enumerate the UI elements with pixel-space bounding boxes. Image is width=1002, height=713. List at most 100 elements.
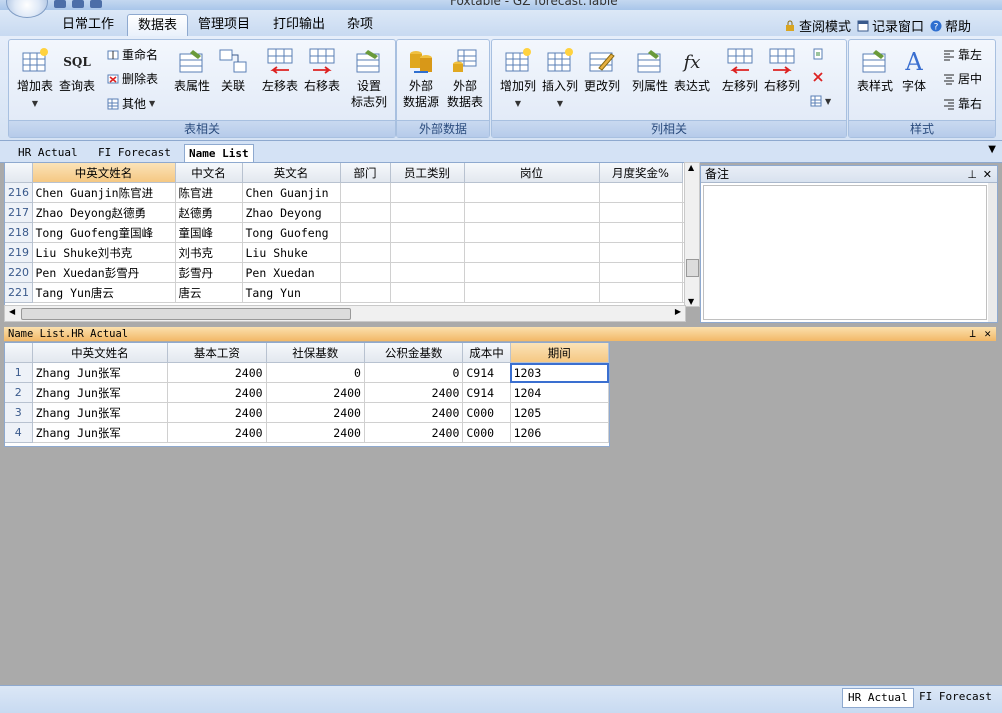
grid-corner[interactable]: [5, 343, 33, 363]
grid-cell[interactable]: 1206: [510, 422, 609, 443]
child-close-icon[interactable]: ✕: [984, 327, 991, 341]
child-pin-icon[interactable]: ⊥: [969, 327, 976, 341]
grid-cell[interactable]: [340, 282, 391, 303]
grid-cell[interactable]: 2400: [167, 362, 267, 383]
table-row[interactable]: 220 Pen Xuedan彭雪丹 彭雪丹 Pen Xuedan: [5, 262, 685, 283]
grid-cell[interactable]: [390, 222, 465, 243]
grid-cell[interactable]: Zhao Deyong赵德勇: [32, 202, 176, 223]
doc-tab-hr-actual[interactable]: HR Actual: [14, 144, 82, 161]
grid-cell[interactable]: Chen Guanjin: [242, 182, 341, 203]
move-table-left-button[interactable]: 左移表: [259, 46, 301, 94]
align-left-button[interactable]: 靠左: [943, 46, 982, 63]
grid-cell[interactable]: C914: [462, 362, 511, 383]
horizontal-scrollbar[interactable]: ◀ ▶: [4, 305, 686, 322]
grid-cell[interactable]: Zhang Jun张军: [32, 362, 169, 383]
save-icon[interactable]: [54, 0, 66, 8]
tab-print-output[interactable]: 打印输出: [263, 14, 335, 36]
help-icon[interactable]: [90, 0, 102, 8]
grid-cell[interactable]: Pen Xuedan: [242, 262, 341, 283]
grid-cell[interactable]: 2400: [266, 402, 365, 423]
tab-manage-project[interactable]: 管理项目: [188, 14, 260, 36]
grid-cell[interactable]: [464, 182, 600, 203]
scroll-thumb[interactable]: [686, 259, 699, 277]
tab-daily-work[interactable]: 日常工作: [52, 14, 124, 36]
grid-cell[interactable]: [340, 182, 391, 203]
scroll-left-icon[interactable]: ◀: [9, 307, 15, 316]
row-number[interactable]: 216: [5, 182, 33, 203]
grid-cell[interactable]: 0: [364, 362, 464, 383]
row-number[interactable]: 217: [5, 202, 33, 223]
column-header[interactable]: 公积金基数: [364, 343, 464, 363]
grid-cell[interactable]: 2400: [266, 422, 365, 443]
grid-cell[interactable]: Liu Shuke: [242, 242, 341, 263]
grid-cell[interactable]: C000: [462, 402, 511, 423]
add-table-button[interactable]: 增加表 ▼: [13, 46, 57, 112]
sheet-tab-hr-actual[interactable]: HR Actual: [842, 688, 914, 708]
grid-cell[interactable]: 2400: [364, 402, 464, 423]
table-row[interactable]: 218 Tong Guofeng童国峰 童国峰 Tong Guofeng: [5, 222, 685, 243]
relation-button[interactable]: 关联: [215, 46, 251, 94]
grid-cell[interactable]: 1204: [510, 382, 609, 403]
grid-cell[interactable]: [464, 222, 600, 243]
grid-cell[interactable]: [340, 222, 391, 243]
note-scrollbar[interactable]: [988, 183, 997, 322]
grid-cell[interactable]: [464, 262, 600, 283]
record-window-button[interactable]: 记录窗口: [857, 16, 924, 35]
move-column-right-button[interactable]: 右移列: [760, 46, 804, 94]
other-menu-button[interactable]: 其他 ▼: [107, 95, 155, 112]
table-row[interactable]: 221 Tang Yun唐云 唐云 Tang Yun: [5, 282, 685, 303]
row-number[interactable]: 2: [5, 382, 33, 403]
grid-cell[interactable]: [390, 262, 465, 283]
grid-cell[interactable]: C000: [462, 422, 511, 443]
row-number[interactable]: 4: [5, 422, 33, 443]
move-table-right-button[interactable]: 右移表: [301, 46, 343, 94]
grid-cell[interactable]: [599, 222, 683, 243]
grid-cell[interactable]: [464, 242, 600, 263]
move-column-left-button[interactable]: 左移列: [718, 46, 762, 94]
grid-cell[interactable]: [599, 262, 683, 283]
grid-cell[interactable]: Tang Yun唐云: [32, 282, 176, 303]
font-button[interactable]: A 字体: [897, 46, 931, 94]
grid-cell[interactable]: Tang Yun: [242, 282, 341, 303]
grid-cell[interactable]: Zhao Deyong: [242, 202, 341, 223]
grid-cell[interactable]: 2400: [364, 422, 464, 443]
table-row[interactable]: 217 Zhao Deyong赵德勇 赵德勇 Zhao Deyong: [5, 202, 685, 223]
grid-cell[interactable]: 1203: [510, 362, 609, 383]
column-header[interactable]: 期间: [510, 343, 609, 363]
column-header[interactable]: 基本工资: [167, 343, 267, 363]
column-header[interactable]: 中英文姓名: [32, 343, 169, 363]
change-column-button[interactable]: 更改列: [580, 46, 624, 94]
grid-cell[interactable]: 0: [266, 362, 365, 383]
column-header[interactable]: 英文名: [242, 163, 341, 183]
grid-cell[interactable]: [340, 262, 391, 283]
grid-cell[interactable]: 2400: [167, 422, 267, 443]
tab-list-dropdown-icon[interactable]: ▼: [988, 144, 996, 155]
grid-cell[interactable]: [390, 242, 465, 263]
grid-cell[interactable]: [390, 282, 465, 303]
row-number[interactable]: 3: [5, 402, 33, 423]
grid-cell[interactable]: Liu Shuke刘书克: [32, 242, 176, 263]
column-header[interactable]: 员工类别: [390, 163, 465, 183]
table-row[interactable]: 1 Zhang Jun张军 2400 0 0 C914 1203: [5, 362, 609, 383]
grid-cell[interactable]: 陈官进: [175, 182, 243, 203]
grid-cell[interactable]: Zhang Jun张军: [32, 382, 169, 403]
sheet-tab-fi-forecast[interactable]: FI Forecast: [914, 688, 997, 706]
grid-cell[interactable]: 唐云: [175, 282, 243, 303]
column-small-tool-2[interactable]: [812, 71, 824, 83]
column-header[interactable]: 岗位: [464, 163, 600, 183]
vertical-scrollbar[interactable]: ▲ ▼: [684, 162, 700, 307]
align-right-button[interactable]: 靠右: [943, 95, 982, 112]
scroll-up-icon[interactable]: ▲: [688, 163, 694, 172]
add-column-button[interactable]: 增加列 ▼: [496, 46, 540, 112]
doc-tab-name-list[interactable]: Name List: [184, 144, 254, 162]
external-table-button[interactable]: 外部 数据表: [443, 46, 487, 110]
column-small-tool-3[interactable]: ▼: [810, 95, 831, 107]
set-flag-column-button[interactable]: 设置 标志列: [347, 46, 391, 110]
grid-cell[interactable]: [464, 282, 600, 303]
expression-button[interactable]: fx 表达式: [670, 46, 714, 94]
grid-cell[interactable]: 1205: [510, 402, 609, 423]
table-row[interactable]: 2 Zhang Jun张军 2400 2400 2400 C914 1204: [5, 382, 609, 403]
grid-cell[interactable]: 2400: [266, 382, 365, 403]
query-mode-button[interactable]: 查阅模式: [784, 16, 851, 35]
external-source-button[interactable]: 外部 数据源: [399, 46, 443, 110]
